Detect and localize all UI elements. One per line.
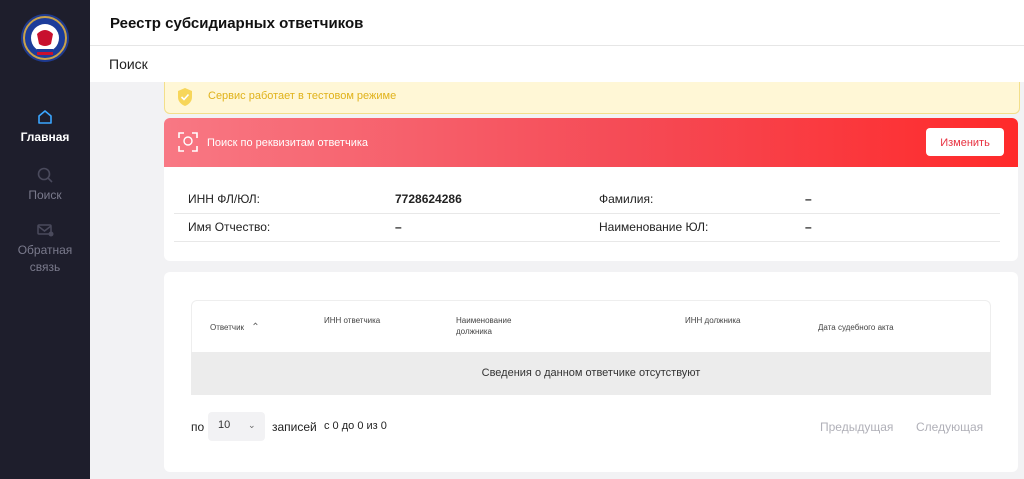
col-debtor-name[interactable]: Наименование должника xyxy=(456,315,546,337)
sidebar: Главная Поиск Обратная связь xyxy=(0,0,90,479)
prev-page-button[interactable]: Предыдущая xyxy=(820,420,893,434)
tax-service-logo[interactable] xyxy=(21,14,69,62)
col-respondent[interactable]: Ответчик ⌃ xyxy=(210,322,260,333)
scan-face-icon xyxy=(178,132,198,152)
sort-asc-icon: ⌃ xyxy=(251,322,260,333)
param-row: ИНН ФЛ/ЮЛ: 7728624286 Фамилия: – xyxy=(174,186,1000,214)
search-params-header: Поиск по реквизитам ответчика Изменить xyxy=(164,118,1018,167)
inn-value: 7728624286 xyxy=(395,192,462,206)
emblem-icon xyxy=(23,16,67,60)
chevron-down-icon: ⌄ xyxy=(248,420,256,430)
table-footer: по 10 ⌄ записей с 0 до 0 из 0 Предыдущая… xyxy=(191,412,991,441)
mail-icon xyxy=(37,224,54,237)
table-header: Ответчик ⌃ ИНН ответчика Наименование до… xyxy=(191,300,991,353)
sidebar-item-search[interactable]: Поиск xyxy=(0,166,90,202)
per-page-value: 10 xyxy=(218,419,231,431)
pagination-info: с 0 до 0 из 0 xyxy=(324,420,387,432)
search-params-card: Поиск по реквизитам ответчика Изменить И… xyxy=(164,118,1018,261)
name-value: – xyxy=(395,220,402,234)
col-debtor-inn[interactable]: ИНН должника xyxy=(685,315,745,326)
next-page-button[interactable]: Следующая xyxy=(916,420,983,434)
sidebar-item-feedback[interactable]: Обратная связь xyxy=(0,222,90,276)
per-page-suffix: записей xyxy=(272,420,317,434)
org-name-value: – xyxy=(805,220,812,234)
search-icon xyxy=(37,167,53,183)
sidebar-item-label: Обратная связь xyxy=(17,243,73,274)
surname-value: – xyxy=(805,192,812,206)
param-row: Имя Отчество: – Наименование ЮЛ: – xyxy=(174,214,1000,242)
per-page-select[interactable]: 10 ⌄ xyxy=(208,412,265,441)
results-card: Ответчик ⌃ ИНН ответчика Наименование до… xyxy=(164,272,1018,472)
page-title: Реестр субсидиарных ответчиков xyxy=(110,15,364,32)
col-court-date[interactable]: Дата судебного акта xyxy=(818,322,894,333)
sidebar-item-home[interactable]: Главная xyxy=(0,108,90,144)
search-params-title: Поиск по реквизитам ответчика xyxy=(207,137,369,149)
breadcrumb-item[interactable]: Поиск xyxy=(109,56,148,72)
inn-label: ИНН ФЛ/ЮЛ: xyxy=(188,192,261,206)
sidebar-item-label: Главная xyxy=(20,130,70,144)
shield-check-icon xyxy=(178,88,192,106)
surname-label: Фамилия: xyxy=(599,192,654,206)
banner-text: Сервис работает в тестовом режиме xyxy=(208,90,397,102)
empty-table-message: Сведения о данном ответчике отсутствуют xyxy=(191,352,991,395)
test-mode-banner: Сервис работает в тестовом режиме xyxy=(164,82,1020,114)
breadcrumb: Поиск xyxy=(90,46,1024,82)
change-button[interactable]: Изменить xyxy=(926,128,1004,156)
col-respondent-inn[interactable]: ИНН ответчика xyxy=(324,315,384,326)
per-page-prefix: по xyxy=(191,420,205,434)
app-header: Реестр субсидиарных ответчиков xyxy=(90,0,1024,46)
org-name-label: Наименование ЮЛ: xyxy=(599,220,709,234)
sidebar-item-label: Поиск xyxy=(28,188,62,202)
name-label: Имя Отчество: xyxy=(188,220,271,234)
home-icon xyxy=(38,110,52,124)
